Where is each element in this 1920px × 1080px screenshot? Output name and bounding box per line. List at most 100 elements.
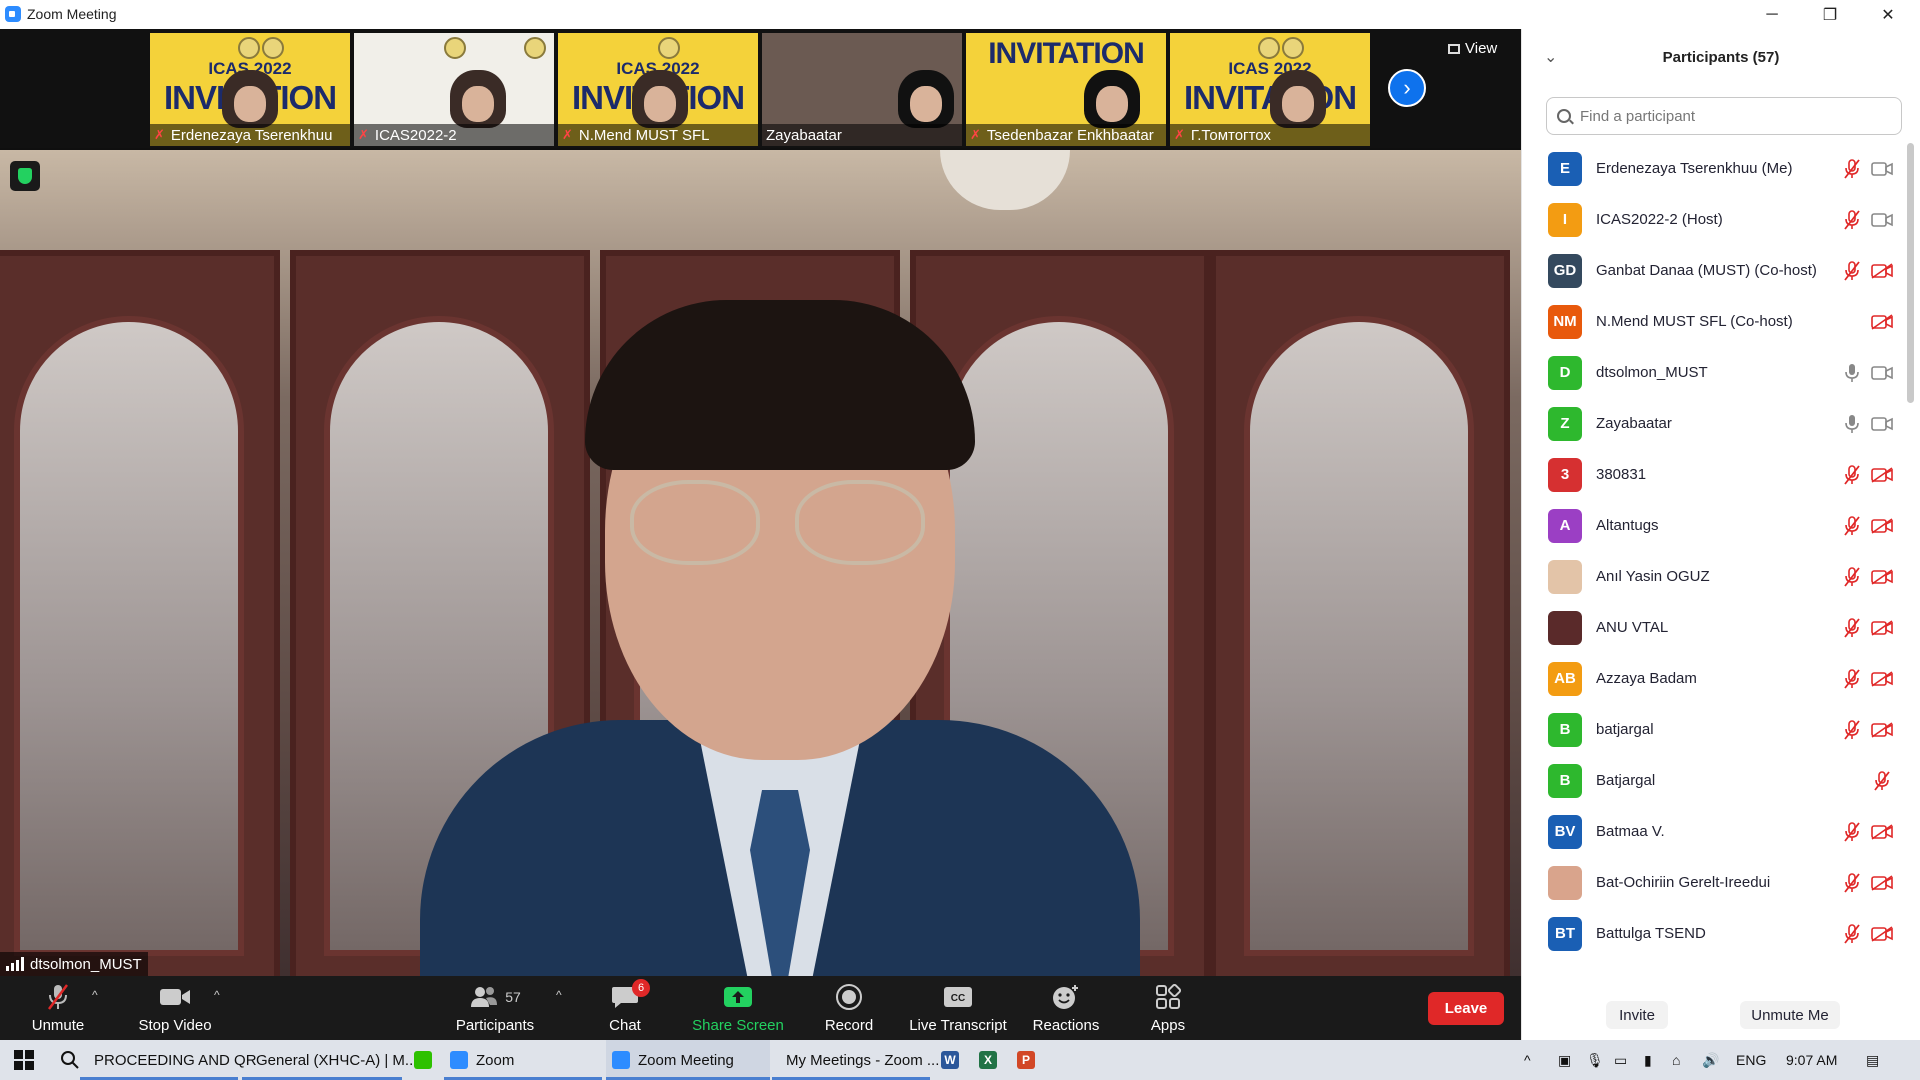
panel-header: ⌄ Participants (57): [1522, 29, 1920, 87]
thumbnail-name: Tsedenbazar Enkhbaatar: [986, 126, 1154, 144]
participant-row[interactable]: E Erdenezaya Tserenkhuu (Me): [1522, 143, 1914, 194]
mic-muted-icon: ✗: [970, 127, 981, 142]
logo-seal: [238, 37, 260, 59]
participants-button[interactable]: 57 Participants: [450, 976, 540, 1040]
avatar: 3: [1548, 457, 1582, 492]
participant-name: Bat-Ochiriin Gerelt-Ireedui: [1596, 874, 1771, 891]
participant-row[interactable]: Anıl Yasin OGUZ: [1522, 551, 1914, 602]
participant-row[interactable]: BT Battulga TSEND: [1522, 908, 1914, 959]
network-icon[interactable]: ⌂: [1672, 1040, 1680, 1080]
security-shield-icon[interactable]: [10, 161, 40, 191]
video-camera-icon: [1870, 363, 1894, 383]
participant-row[interactable]: Bbatjargal: [1522, 704, 1914, 755]
video-thumbnail[interactable]: ICAS 2022 INVITATION ✗N.Mend MUST SFL: [558, 33, 758, 146]
mic-muted-icon: [1842, 566, 1862, 587]
mic-muted-icon: ✗: [562, 127, 573, 142]
participant-row[interactable]: 3 380831: [1522, 449, 1914, 500]
taskbar-item-label: General (ХНЧС-А) | M...: [256, 1051, 418, 1069]
stop-video-label: Stop Video: [138, 1017, 212, 1034]
avatar: E: [1548, 151, 1582, 186]
unmute-button[interactable]: Unmute: [22, 976, 94, 1040]
next-page-arrow-icon[interactable]: ›: [1388, 69, 1426, 107]
battery-icon[interactable]: ▮: [1644, 1040, 1652, 1080]
active-speaker-video: dtsolmon_MUST: [0, 150, 1521, 976]
live-transcript-button[interactable]: CC Live Transcript: [906, 976, 1010, 1040]
volume-icon[interactable]: 🔊: [1702, 1040, 1719, 1080]
taskbar-item[interactable]: W: [932, 1040, 968, 1080]
participant-row[interactable]: I ICAS2022-2 (Host): [1522, 194, 1914, 245]
windows-start-icon[interactable]: [8, 1040, 40, 1080]
participant-row[interactable]: ANU VTAL: [1522, 602, 1914, 653]
video-thumbnail[interactable]: INVITATION ✗ Tsedenbazar Enkhbaatar: [966, 33, 1166, 146]
participant-name: dtsolmon_MUST: [1596, 364, 1708, 381]
participant-row[interactable]: A Altantugs: [1522, 500, 1914, 551]
avatar: BT: [1548, 916, 1582, 951]
taskbar-item[interactable]: PROCEEDING AND QR: [80, 1040, 257, 1080]
participant-name: ANU VTAL: [1596, 619, 1669, 636]
logo-seal: [524, 37, 546, 59]
participant-row[interactable]: Z Zayabaatar: [1522, 398, 1914, 449]
invite-button[interactable]: Invite: [1606, 1001, 1668, 1029]
share-screen-button[interactable]: Share Screen: [690, 976, 786, 1040]
unmute-me-button[interactable]: Unmute Me: [1740, 1001, 1840, 1029]
language-indicator[interactable]: ENG: [1736, 1040, 1766, 1080]
participant-row[interactable]: NM N.Mend MUST SFL (Co-host): [1522, 296, 1914, 347]
taskbar-item[interactable]: X: [970, 1040, 1006, 1080]
participant-row[interactable]: AB Azzaya Badam: [1522, 653, 1914, 704]
video-thumbnail[interactable]: ICAS 2022 INVITATION ✗Г.Томтогтох: [1170, 33, 1370, 146]
video-camera-icon: [1870, 210, 1894, 230]
mic-icon: [1842, 414, 1862, 434]
taskbar-item[interactable]: [404, 1040, 442, 1080]
close-button[interactable]: ✕: [1859, 0, 1917, 29]
taskbar-item-label: My Meetings - Zoom ...: [786, 1051, 940, 1069]
video-thumbnail[interactable]: Zayabaatar: [762, 33, 962, 146]
participant-row[interactable]: B Batjargal: [1522, 755, 1914, 806]
search-placeholder: Find a participant: [1580, 107, 1696, 125]
participant-row[interactable]: Ddtsolmon_MUST: [1522, 347, 1914, 398]
notifications-icon[interactable]: ▤: [1866, 1040, 1879, 1080]
video-options-chevron-icon[interactable]: ^: [214, 988, 220, 1002]
restore-button[interactable]: ❐: [1801, 0, 1859, 29]
participant-search-input[interactable]: Find a participant: [1546, 97, 1902, 135]
tray-camera-icon[interactable]: ▣: [1558, 1040, 1571, 1080]
app-icon: X: [979, 1051, 997, 1069]
video-thumbnail[interactable]: ✗ ICAS2022-2: [354, 33, 554, 146]
clock-time[interactable]: 9:07 AM: [1786, 1040, 1837, 1080]
search-icon: [1557, 109, 1571, 123]
video-thumbnail[interactable]: ICAS 2022 INVITATION ✗Erdenezaya Tserenk…: [150, 33, 350, 146]
unmute-label: Unmute: [31, 1017, 85, 1034]
reactions-button[interactable]: Reactions: [1030, 976, 1102, 1040]
video-off-icon: [1870, 720, 1894, 740]
participant-name: Anıl Yasin OGUZ: [1596, 568, 1710, 585]
minimize-button[interactable]: ─: [1743, 0, 1801, 29]
taskbar-item[interactable]: General (ХНЧС-А) | M...: [242, 1040, 417, 1080]
stop-video-button[interactable]: Stop Video: [134, 976, 216, 1040]
mic-muted-icon: [1842, 158, 1862, 179]
tray-display-icon[interactable]: ▭: [1614, 1040, 1627, 1080]
apps-button[interactable]: Apps: [1150, 976, 1186, 1040]
list-scrollbar[interactable]: [1907, 143, 1914, 403]
audio-options-chevron-icon[interactable]: ^: [92, 988, 98, 1002]
taskbar-item[interactable]: Zoom Meeting: [606, 1040, 770, 1080]
thumbnail-name: Erdenezaya Tserenkhuu: [170, 126, 333, 144]
taskbar-item[interactable]: My Meetings - Zoom ...: [772, 1040, 939, 1080]
taskbar-item[interactable]: Zoom: [444, 1040, 602, 1080]
avatar: Z: [1548, 406, 1582, 441]
participant-row[interactable]: Bat-Ochiriin Gerelt-Ireedui: [1522, 857, 1914, 908]
view-button[interactable]: View: [1448, 40, 1497, 57]
record-button[interactable]: Record: [820, 976, 878, 1040]
leave-button[interactable]: Leave: [1428, 992, 1504, 1025]
avatar: [1548, 865, 1582, 900]
video-off-icon: [1870, 516, 1894, 536]
tray-mic-icon[interactable]: 🎙: [1586, 1040, 1604, 1080]
tray-chevron-up-icon[interactable]: ^: [1524, 1040, 1531, 1080]
participants-panel: ⌄ Participants (57) Find a participant E…: [1521, 29, 1920, 1040]
participants-options-chevron-icon[interactable]: ^: [556, 988, 562, 1002]
participant-row[interactable]: GD Ganbat Danaa (MUST) (Co-host): [1522, 245, 1914, 296]
taskbar-item[interactable]: P: [1008, 1040, 1044, 1080]
thumbnail-name: ICAS2022-2: [374, 126, 457, 144]
view-label: View: [1465, 40, 1498, 57]
video-off-icon: [1870, 873, 1894, 893]
participant-row[interactable]: BV Batmaa V.: [1522, 806, 1914, 857]
mic-muted-icon: [1870, 770, 1894, 791]
